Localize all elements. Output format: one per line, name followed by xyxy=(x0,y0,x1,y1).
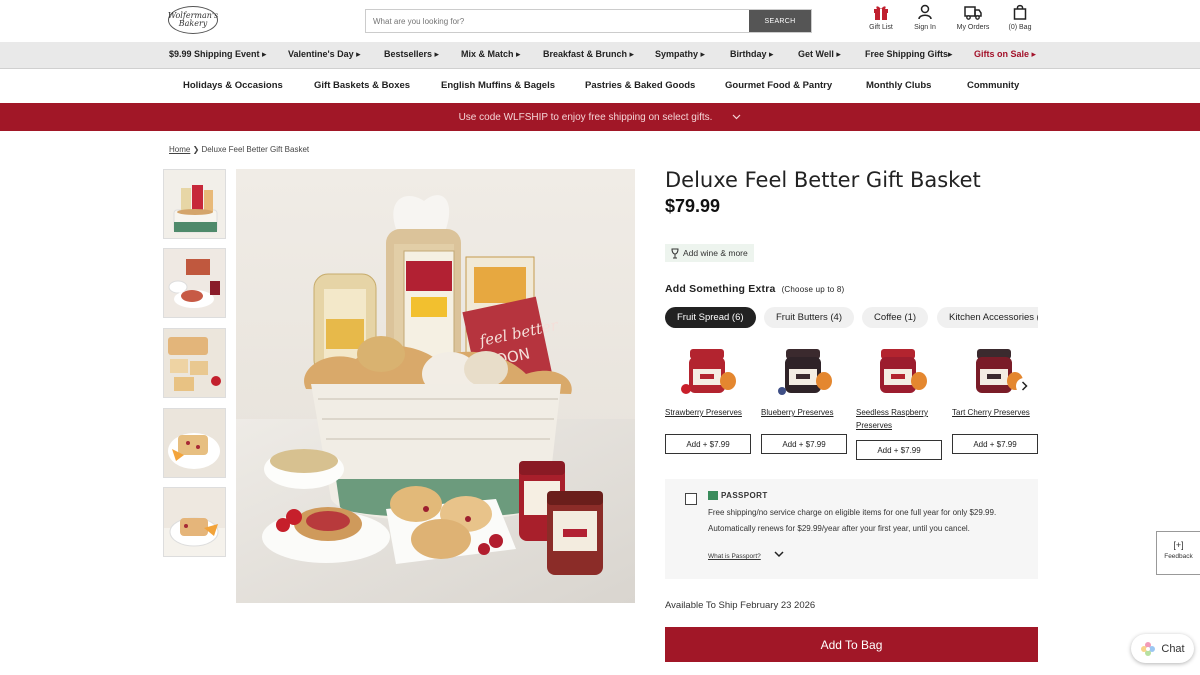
addon-image[interactable] xyxy=(871,343,927,399)
thumbnail-3[interactable] xyxy=(163,328,226,398)
nav-monthly-clubs[interactable]: Monthly Clubs xyxy=(866,80,931,91)
gift-icon xyxy=(874,6,888,20)
addon-name[interactable]: Tart Cherry Preserves xyxy=(952,406,1038,419)
search-button[interactable]: SEARCH xyxy=(749,10,811,32)
addon-name[interactable]: Seedless Raspberry Preserves xyxy=(856,406,942,432)
add-extra-heading: Add Something Extra (Choose up to 8) xyxy=(665,283,844,295)
addon-image[interactable] xyxy=(680,343,736,399)
feedback-tab[interactable]: [+] Feedback xyxy=(1156,531,1200,575)
add-extra-note: (Choose up to 8) xyxy=(781,285,845,294)
add-extra-title: Add Something Extra xyxy=(665,283,776,295)
addon-add-button[interactable]: Add + $7.99 xyxy=(856,440,942,460)
nav-free-shipping-gifts[interactable]: Free Shipping Gifts▸ xyxy=(865,49,953,60)
chat-label: Chat xyxy=(1161,642,1185,655)
addon-image[interactable] xyxy=(967,343,1023,399)
addon-image[interactable] xyxy=(776,343,832,399)
addon-name[interactable]: Blueberry Preserves xyxy=(761,406,847,419)
thumbnail-2[interactable] xyxy=(163,248,226,318)
add-wine-label: Add wine & more xyxy=(683,248,748,258)
feedback-label: Feedback xyxy=(1164,553,1193,560)
chat-flower-icon xyxy=(1141,641,1156,656)
passport-box: PASSPORT Free shipping/no service charge… xyxy=(665,479,1038,579)
passport-description: Free shipping/no service charge on eligi… xyxy=(708,508,997,533)
tab-fruit-spread[interactable]: Fruit Spread (6) xyxy=(665,307,756,328)
sign-in-link[interactable]: Sign In xyxy=(900,4,950,31)
breadcrumb-separator-icon: ❯ xyxy=(192,145,200,154)
nav-mix-match[interactable]: Mix & Match ▸ xyxy=(461,49,521,60)
person-icon xyxy=(918,4,932,20)
nav-english-muffins-bagels[interactable]: English Muffins & Bagels xyxy=(441,80,555,91)
thumbnail-1[interactable] xyxy=(163,169,226,239)
gift-list-link[interactable]: Gift List xyxy=(856,4,906,31)
breadcrumb-home[interactable]: Home xyxy=(169,145,190,154)
chevron-down-icon xyxy=(732,112,741,122)
addon-name[interactable]: Strawberry Preserves xyxy=(665,406,751,419)
passport-logo-icon xyxy=(708,491,718,500)
thumbnail-4[interactable] xyxy=(163,408,226,478)
nav-holidays-occasions[interactable]: Holidays & Occasions xyxy=(183,80,283,91)
chevron-down-icon[interactable] xyxy=(774,550,784,561)
gift-list-label: Gift List xyxy=(869,24,893,31)
breadcrumb-current: Deluxe Feel Better Gift Basket xyxy=(201,145,310,154)
addon-add-button[interactable]: Add + $7.99 xyxy=(761,434,847,454)
nav-valentines-day[interactable]: Valentine's Day ▸ xyxy=(288,49,361,60)
addon-item: Blueberry Preserves xyxy=(761,343,847,419)
site-header: Wolferman's Bakery SEARCH Gift List Sign… xyxy=(0,0,1200,42)
my-orders-link[interactable]: My Orders xyxy=(948,4,998,31)
availability-text: Available To Ship February 23 2026 xyxy=(665,600,816,611)
carousel-next-button[interactable] xyxy=(1016,378,1032,394)
feedback-icon: [+] xyxy=(1173,540,1184,550)
passport-brand: PASSPORT xyxy=(708,491,768,500)
addon-item: Seedless Raspberry Preserves xyxy=(856,343,942,432)
logo-text: Wolferman's Bakery xyxy=(167,11,219,28)
primary-nav: $9.99 Shipping Event ▸ Valentine's Day ▸… xyxy=(0,42,1200,69)
product-main-image[interactable]: feel better SOON xyxy=(236,169,635,603)
chevron-right-icon xyxy=(1021,381,1028,391)
bag-label: (0) Bag xyxy=(1008,24,1032,31)
nav-bestsellers[interactable]: Bestsellers ▸ xyxy=(384,49,439,60)
nav-shipping-event[interactable]: $9.99 Shipping Event ▸ xyxy=(169,49,267,60)
passport-checkbox[interactable] xyxy=(685,493,697,505)
nav-sympathy[interactable]: Sympathy ▸ xyxy=(655,49,705,60)
passport-brand-label: PASSPORT xyxy=(721,491,768,500)
add-to-bag-button[interactable]: Add To Bag xyxy=(665,627,1038,662)
my-orders-label: My Orders xyxy=(956,24,990,31)
promo-banner[interactable]: Use code WLFSHIP to enjoy free shipping … xyxy=(0,103,1200,131)
promo-text: Use code WLFSHIP to enjoy free shipping … xyxy=(458,111,713,123)
product-price: $79.99 xyxy=(665,196,721,216)
nav-birthday[interactable]: Birthday ▸ xyxy=(730,49,774,60)
bag-icon xyxy=(1013,4,1027,20)
nav-breakfast-brunch[interactable]: Breakfast & Brunch ▸ xyxy=(543,49,634,60)
sign-in-label: Sign In xyxy=(914,24,936,31)
bag-link[interactable]: (0) Bag xyxy=(995,4,1045,31)
site-logo[interactable]: Wolferman's Bakery xyxy=(168,6,218,34)
search-bar: SEARCH xyxy=(365,9,812,33)
search-input[interactable] xyxy=(366,10,749,32)
breadcrumb: Home ❯ Deluxe Feel Better Gift Basket xyxy=(169,145,309,154)
nav-gourmet-food-pantry[interactable]: Gourmet Food & Pantry xyxy=(725,80,832,91)
nav-gifts-on-sale[interactable]: Gifts on Sale ▸ xyxy=(974,49,1036,60)
tab-kitchen-accessories[interactable]: Kitchen Accessories ( xyxy=(937,307,1038,328)
tab-fruit-butters[interactable]: Fruit Butters (4) xyxy=(764,307,854,328)
thumbnail-5[interactable] xyxy=(163,487,226,557)
wine-glass-icon xyxy=(671,248,679,258)
chat-button[interactable]: Chat xyxy=(1131,634,1194,663)
passport-info-link[interactable]: What is Passport? xyxy=(708,553,761,560)
nav-get-well[interactable]: Get Well ▸ xyxy=(798,49,841,60)
addon-add-button[interactable]: Add + $7.99 xyxy=(952,434,1038,454)
truck-icon xyxy=(964,6,982,20)
secondary-nav: Holidays & Occasions Gift Baskets & Boxe… xyxy=(0,69,1200,103)
add-wine-link[interactable]: Add wine & more xyxy=(665,244,754,262)
addon-add-button[interactable]: Add + $7.99 xyxy=(665,434,751,454)
tab-coffee[interactable]: Coffee (1) xyxy=(862,307,929,328)
nav-pastries-baked-goods[interactable]: Pastries & Baked Goods xyxy=(585,80,695,91)
product-title: Deluxe Feel Better Gift Basket xyxy=(665,168,981,192)
nav-gift-baskets-boxes[interactable]: Gift Baskets & Boxes xyxy=(314,80,410,91)
addon-item: Strawberry Preserves xyxy=(665,343,751,419)
nav-community[interactable]: Community xyxy=(967,80,1019,91)
